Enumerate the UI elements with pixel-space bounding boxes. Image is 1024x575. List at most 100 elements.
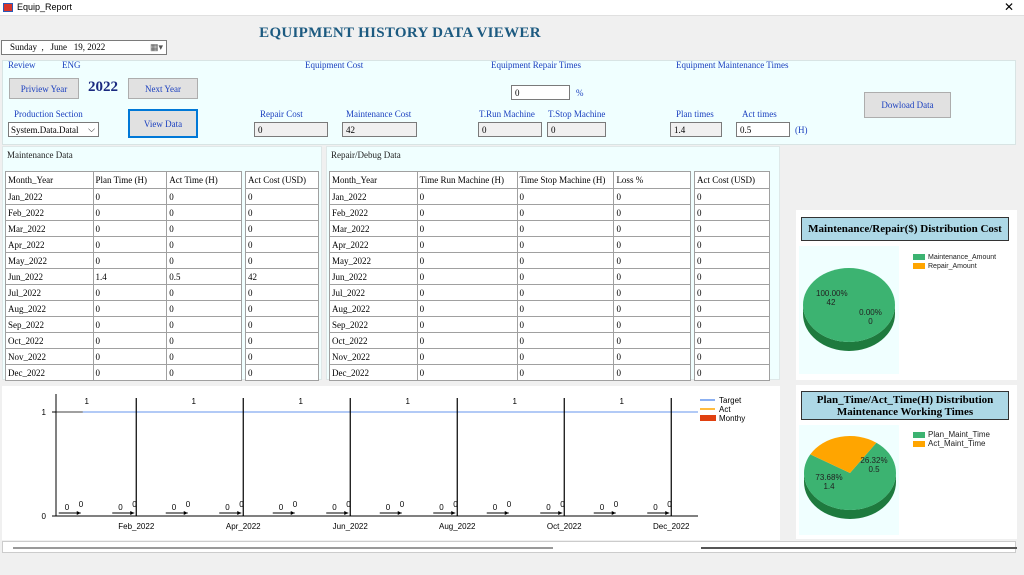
table-cell[interactable]: 0 — [694, 204, 770, 221]
table-row[interactable]: 0 — [245, 236, 319, 253]
column-header[interactable]: Plan Time (H) — [92, 171, 168, 189]
table-cell[interactable]: 0 — [694, 316, 770, 333]
table-cell[interactable]: 0 — [613, 316, 691, 333]
table-cell[interactable]: 0 — [694, 364, 770, 381]
column-header[interactable]: Time Stop Machine (H) — [516, 171, 615, 189]
table-cell[interactable]: 0 — [694, 332, 770, 349]
scrollbar-thumb[interactable] — [13, 547, 553, 549]
table-row[interactable]: 0 — [694, 284, 770, 301]
table-row[interactable]: Jul_2022 0 0 0 — [329, 284, 691, 301]
table-cell[interactable]: 0 — [92, 300, 168, 317]
table-row[interactable]: Nov_2022 0 0 0 — [329, 348, 691, 365]
table-row[interactable]: Nov_2022 0 0 — [5, 348, 242, 365]
table-row[interactable]: Oct_2022 0 0 0 — [329, 332, 691, 349]
table-cell[interactable]: 0 — [613, 364, 691, 381]
table-row[interactable]: 0 — [245, 204, 319, 221]
previous-year-button[interactable]: Priview Year — [9, 78, 79, 99]
table-cell[interactable]: 0 — [92, 348, 168, 365]
table-cell[interactable]: 0 — [613, 348, 691, 365]
table-row[interactable]: 0 — [245, 188, 319, 205]
table-cell[interactable]: 0 — [694, 300, 770, 317]
table-cell[interactable]: 0 — [166, 364, 242, 381]
table-cell[interactable]: Apr_2022 — [5, 236, 94, 253]
table-cell[interactable]: Aug_2022 — [329, 300, 418, 317]
table-cell[interactable]: 0 — [416, 204, 518, 221]
table-cell[interactable]: 0 — [416, 236, 518, 253]
table-cell[interactable]: 0 — [694, 268, 770, 285]
table-cell[interactable]: 0 — [516, 220, 615, 237]
table-row[interactable]: 0 — [694, 204, 770, 221]
table-cell[interactable]: 0 — [166, 220, 242, 237]
table-cell[interactable]: 0 — [416, 332, 518, 349]
table-row[interactable]: Sep_2022 0 0 0 — [329, 316, 691, 333]
table-cell[interactable]: May_2022 — [5, 252, 94, 269]
table-cell[interactable]: 0 — [613, 236, 691, 253]
column-header[interactable]: Loss % — [613, 171, 691, 189]
table-cell[interactable]: 0 — [166, 300, 242, 317]
table-cell[interactable]: 0 — [516, 332, 615, 349]
horizontal-scrollbar[interactable] — [2, 541, 1017, 553]
column-header[interactable]: Act Time (H) — [166, 171, 242, 189]
table-row[interactable]: 0 — [694, 364, 770, 381]
table-row[interactable]: 0 — [245, 284, 319, 301]
table-cell[interactable]: 0 — [245, 236, 319, 253]
table-cell[interactable]: Sep_2022 — [329, 316, 418, 333]
table-cell[interactable]: 0 — [694, 220, 770, 237]
column-header[interactable]: Act Cost (USD) — [245, 171, 319, 189]
table-row[interactable]: 0 — [694, 348, 770, 365]
table-row[interactable]: Mar_2022 0 0 0 — [329, 220, 691, 237]
table-cell[interactable]: Jul_2022 — [5, 284, 94, 301]
table-row[interactable]: 0 — [245, 220, 319, 237]
table-cell[interactable]: Nov_2022 — [329, 348, 418, 365]
table-row[interactable]: Sep_2022 0 0 — [5, 316, 242, 333]
table-row[interactable]: 0 — [245, 364, 319, 381]
table-cell[interactable]: Mar_2022 — [5, 220, 94, 237]
table-cell[interactable]: Jan_2022 — [5, 188, 94, 205]
next-year-button[interactable]: Next Year — [128, 78, 198, 99]
table-row[interactable]: 42 — [245, 268, 319, 285]
table-row[interactable]: Aug_2022 0 0 — [5, 300, 242, 317]
table-cell[interactable]: 0 — [92, 252, 168, 269]
table-cell[interactable]: 0 — [166, 252, 242, 269]
download-data-button[interactable]: Dowload Data — [864, 92, 951, 118]
table-cell[interactable]: 0 — [613, 220, 691, 237]
table-row[interactable]: 0 — [694, 268, 770, 285]
table-cell[interactable]: 0 — [416, 284, 518, 301]
table-cell[interactable]: 0 — [516, 284, 615, 301]
table-row[interactable]: 0 — [694, 188, 770, 205]
table-row[interactable]: 0 — [694, 220, 770, 237]
table-cell[interactable]: 0 — [516, 300, 615, 317]
table-cell[interactable]: 0 — [92, 316, 168, 333]
table-cell[interactable]: 0 — [613, 332, 691, 349]
plan-times-field[interactable]: 1.4 — [670, 122, 722, 137]
table-cell[interactable]: 0 — [245, 364, 319, 381]
table-cell[interactable]: Oct_2022 — [5, 332, 94, 349]
table-cell[interactable]: 0 — [613, 284, 691, 301]
table-cell[interactable]: 0 — [166, 348, 242, 365]
calendar-icon[interactable]: ▦▾ — [150, 42, 163, 53]
table-cell[interactable]: 0 — [416, 268, 518, 285]
table-cell[interactable]: 0 — [245, 316, 319, 333]
table-cell[interactable]: 0 — [166, 188, 242, 205]
table-row[interactable]: Jun_2022 1.4 0.5 — [5, 268, 242, 285]
column-header[interactable]: Time Run Machine (H) — [416, 171, 518, 189]
table-cell[interactable]: 0 — [92, 364, 168, 381]
table-cell[interactable]: 0 — [92, 220, 168, 237]
table-row[interactable]: Dec_2022 0 0 0 — [329, 364, 691, 381]
table-cell[interactable]: Jul_2022 — [329, 284, 418, 301]
table-cell[interactable]: 0 — [516, 268, 615, 285]
table-row[interactable]: May_2022 0 0 — [5, 252, 242, 269]
table-cell[interactable]: Dec_2022 — [329, 364, 418, 381]
table-cell[interactable]: 0 — [516, 236, 615, 253]
table-cell[interactable]: 0 — [166, 236, 242, 253]
table-cell[interactable]: Mar_2022 — [329, 220, 418, 237]
table-cell[interactable]: 0 — [613, 188, 691, 205]
table-cell[interactable]: 0 — [613, 252, 691, 269]
table-cell[interactable]: 0 — [694, 236, 770, 253]
table-cell[interactable]: 0 — [245, 332, 319, 349]
table-cell[interactable]: 0 — [516, 364, 615, 381]
table-cell[interactable]: 0 — [516, 204, 615, 221]
table-cell[interactable]: 0 — [166, 204, 242, 221]
table-row[interactable]: Apr_2022 0 0 0 — [329, 236, 691, 253]
repair-cost-field[interactable]: 0 — [254, 122, 328, 137]
